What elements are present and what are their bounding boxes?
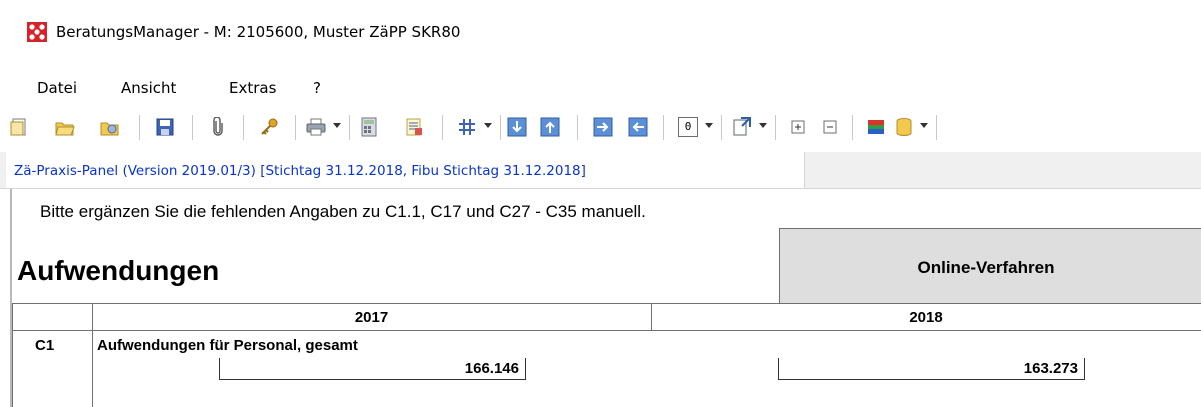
toolbar-separator <box>349 115 350 140</box>
value-field-2017[interactable]: 166.146 <box>219 358 526 380</box>
attachment-icon[interactable] <box>208 117 228 137</box>
database-dropdown-icon[interactable] <box>920 123 928 128</box>
grid-icon[interactable] <box>457 117 477 137</box>
collapse-icon[interactable] <box>820 117 840 137</box>
toolbar-separator <box>663 115 664 140</box>
print-icon[interactable] <box>306 117 326 137</box>
online-verfahren-label: Online-Verfahren <box>917 258 1055 277</box>
table-header-border <box>12 330 1201 331</box>
move-left-icon[interactable] <box>628 117 648 137</box>
key-icon[interactable] <box>259 117 279 137</box>
toolbar-separator <box>577 115 578 140</box>
color-icon[interactable] <box>866 117 886 137</box>
zero-value-icon[interactable]: 0 <box>678 117 698 137</box>
menu-ansicht[interactable]: Ansicht <box>121 79 176 97</box>
year-header-2017: 2017 <box>354 309 389 326</box>
toolbar-separator <box>500 115 501 140</box>
toolbar-separator <box>243 115 244 140</box>
year-header-2018: 2018 <box>909 309 943 326</box>
menu-help[interactable]: ? <box>313 79 321 97</box>
new-icon[interactable] <box>10 117 30 137</box>
export-icon[interactable] <box>732 117 752 137</box>
save-icon[interactable] <box>155 117 175 137</box>
toolbar-separator <box>139 115 140 140</box>
toolbar-separator <box>721 115 722 140</box>
database-icon[interactable] <box>894 117 914 137</box>
menu-datei[interactable]: Datei <box>37 79 77 97</box>
toolbar-separator <box>936 115 937 140</box>
row-code: C1 <box>35 337 55 354</box>
print-dropdown-icon[interactable] <box>333 123 341 128</box>
toolbar-separator <box>295 115 296 140</box>
toolbar-separator <box>852 115 853 140</box>
table-top-border <box>12 303 1201 304</box>
section-heading: Aufwendungen <box>17 255 220 286</box>
open-multiple-icon[interactable] <box>100 117 120 137</box>
info-message: Bitte ergänzen Sie die fehlenden Angaben… <box>40 202 646 221</box>
grid-dropdown-icon[interactable] <box>484 123 492 128</box>
move-down-icon[interactable] <box>507 117 527 137</box>
value-field-2018[interactable]: 163.273 <box>778 358 1085 380</box>
toolbar-separator <box>775 115 776 140</box>
export-dropdown-icon[interactable] <box>759 123 767 128</box>
toolbar-separator <box>442 115 443 140</box>
menu-extras[interactable]: Extras <box>229 79 276 97</box>
table-left-border <box>12 303 13 407</box>
zero-value-dropdown-icon[interactable] <box>705 123 713 128</box>
notes-icon[interactable] <box>404 117 424 137</box>
move-right-icon[interactable] <box>593 117 613 137</box>
app-logo-icon <box>27 22 47 42</box>
expand-icon[interactable] <box>788 117 808 137</box>
row-label: Aufwendungen für Personal, gesamt <box>97 337 358 354</box>
menu-bar <box>0 69 1201 103</box>
move-up-icon[interactable] <box>540 117 560 137</box>
toolbar-separator <box>192 115 193 140</box>
tab-label: Zä-Praxis-Panel (Version 2019.01/3) [Sti… <box>14 163 586 179</box>
window-title: BeratungsManager - M: 2105600, Muster Zä… <box>56 23 461 41</box>
open-folder-icon[interactable] <box>55 117 75 137</box>
calculator-icon[interactable] <box>359 117 379 137</box>
